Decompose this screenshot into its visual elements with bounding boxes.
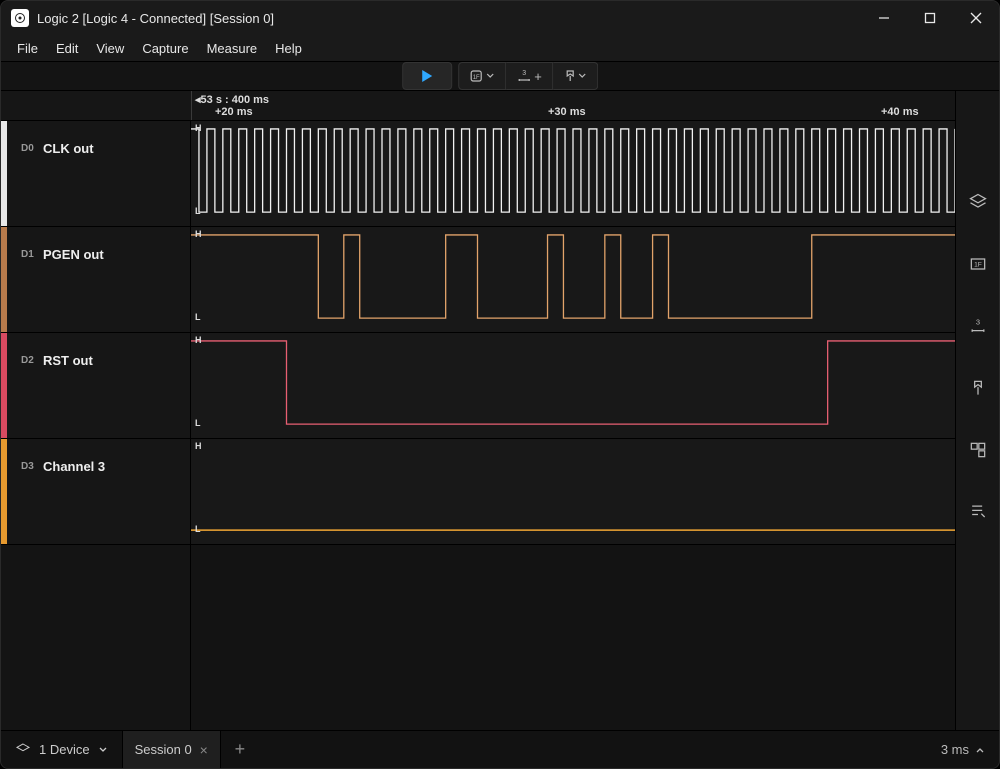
ruler-tick-40: +40 ms <box>881 106 919 118</box>
menu-bar: File Edit View Capture Measure Help <box>1 35 999 61</box>
menu-help[interactable]: Help <box>267 38 310 59</box>
close-button[interactable] <box>953 1 999 35</box>
notes-icon[interactable] <box>967 501 989 523</box>
marker-dropdown[interactable] <box>553 62 598 90</box>
ruler-anchor: ◂53 s : 400 ms <box>195 93 269 106</box>
add-session-button[interactable]: + <box>221 731 259 768</box>
menu-measure[interactable]: Measure <box>199 38 266 59</box>
device-icon <box>15 742 31 758</box>
bottom-bar: 1 Device Session 0 × + 3 ms <box>1 730 999 768</box>
svg-text:1F: 1F <box>473 75 480 81</box>
ruler-tick-20: +20 ms <box>215 106 253 118</box>
toolbar: 1F 3 + <box>1 61 999 91</box>
measurement-button[interactable]: 3 + <box>506 62 553 90</box>
waveform-d3[interactable]: HL <box>191 439 955 545</box>
empty-area <box>1 545 191 731</box>
app-logo-icon <box>11 9 29 27</box>
svg-text:3: 3 <box>975 317 979 326</box>
chevron-down-icon <box>485 71 495 81</box>
timeline-ruler[interactable]: ◂53 s : 400 ms +20 ms +30 ms +40 ms <box>1 91 955 121</box>
svg-text:1F: 1F <box>974 262 982 269</box>
plus-icon: + <box>534 69 542 84</box>
play-button[interactable] <box>402 62 452 90</box>
channel-header-d2[interactable]: D2 RST out <box>1 333 191 439</box>
menu-capture[interactable]: Capture <box>134 38 196 59</box>
zoom-indicator[interactable]: 3 ms <box>927 742 999 757</box>
menu-view[interactable]: View <box>88 38 132 59</box>
marker-icon[interactable] <box>967 377 989 399</box>
chevron-up-icon <box>975 745 985 755</box>
menu-edit[interactable]: Edit <box>48 38 86 59</box>
empty-plot-area <box>191 545 955 731</box>
chevron-down-icon <box>577 71 587 81</box>
chevron-down-icon <box>98 745 108 755</box>
svg-text:3: 3 <box>522 70 526 77</box>
session-tab[interactable]: Session 0 × <box>122 731 221 768</box>
timing-icon[interactable]: 3 <box>967 315 989 337</box>
extensions-icon[interactable] <box>967 439 989 461</box>
channel-header-d1[interactable]: D1 PGEN out <box>1 227 191 333</box>
device-selector[interactable]: 1 Device <box>1 731 122 768</box>
main-content: ◂53 s : 400 ms +20 ms +30 ms +40 ms D0 C… <box>1 91 999 731</box>
channel-header-d0[interactable]: D0 CLK out <box>1 121 191 227</box>
app-window: Logic 2 [Logic 4 - Connected] [Session 0… <box>0 0 1000 769</box>
waveform-d0[interactable]: HL <box>191 121 955 227</box>
flag-icon <box>563 69 577 83</box>
right-sidebar: 1F 3 <box>955 91 999 731</box>
window-title: Logic 2 [Logic 4 - Connected] [Session 0… <box>37 11 274 26</box>
channel-header-d3[interactable]: D3 Channel 3 <box>1 439 191 545</box>
maximize-button[interactable] <box>907 1 953 35</box>
menu-file[interactable]: File <box>9 38 46 59</box>
ruler-tick-30: +30 ms <box>548 106 586 118</box>
analyzer-dropdown[interactable]: 1F <box>458 62 506 90</box>
waveform-area[interactable]: ◂53 s : 400 ms +20 ms +30 ms +40 ms D0 C… <box>1 91 955 731</box>
waveform-d1[interactable]: HL <box>191 227 955 333</box>
waveform-d2[interactable]: HL <box>191 333 955 439</box>
analyzer-icon[interactable]: 1F <box>967 253 989 275</box>
title-bar: Logic 2 [Logic 4 - Connected] [Session 0… <box>1 1 999 35</box>
layers-icon[interactable] <box>967 191 989 213</box>
close-tab-icon[interactable]: × <box>200 742 208 758</box>
minimize-button[interactable] <box>861 1 907 35</box>
